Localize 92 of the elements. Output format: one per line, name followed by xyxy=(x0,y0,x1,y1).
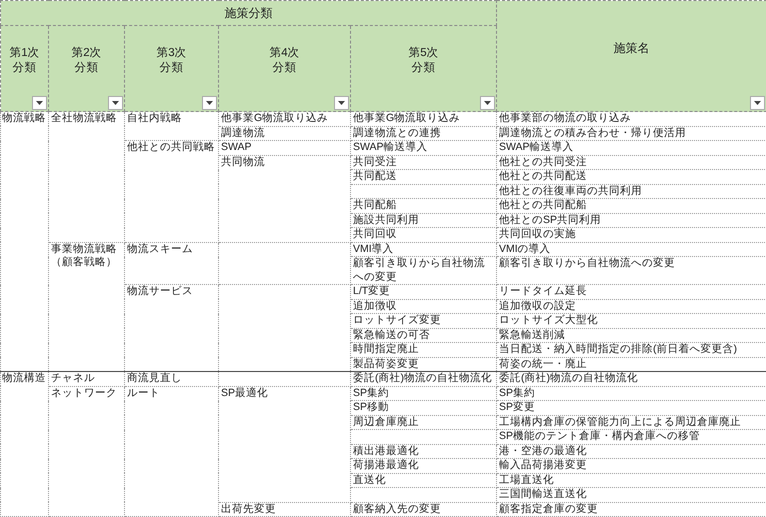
table-cell: 物流構造 xyxy=(0,372,48,516)
table-cell: 自社内戦略 xyxy=(124,112,218,140)
table-cell: 出荷先変更 xyxy=(218,502,350,516)
table-cell: 他社とのSP共同利用 xyxy=(496,213,766,228)
table-cell: 共同配船 xyxy=(350,198,497,213)
column-header: 第4次 xyxy=(269,46,300,61)
filter-button[interactable] xyxy=(334,96,349,110)
table-cell: 緊急輸送の可否 xyxy=(350,328,497,342)
table-cell: 委託(商社)物流の自社物流化 xyxy=(350,372,497,386)
table-cell: ルート xyxy=(124,386,218,516)
filter-button[interactable] xyxy=(202,96,217,110)
table-cell: 物流スキーム xyxy=(124,242,218,284)
table-cell: 工場直送化 xyxy=(496,473,766,488)
column-header: 分類 xyxy=(272,61,296,76)
table-cell: 他事業G物流取り込み xyxy=(218,112,350,126)
column-header: 第3次 xyxy=(156,46,187,61)
table-cell: 調達物流との積み合わせ・帰り便活用 xyxy=(496,126,766,140)
table-cell: SWAP輸送導入 xyxy=(350,140,497,155)
table-cell: 顧客引き取りから自社物流への変更 xyxy=(350,256,497,284)
table-cell: 事業物流戦略（顧客戦略） xyxy=(48,242,124,372)
table-cell: 他事業部の物流の取り込み xyxy=(496,112,766,126)
filter-button[interactable] xyxy=(108,96,123,110)
table-cell: 共同回収の実施 xyxy=(496,228,766,242)
table-cell: 共同回収 xyxy=(350,228,497,242)
table-cell: 商流見直し xyxy=(124,372,218,386)
table-cell: 緊急輸送削減 xyxy=(496,328,766,342)
column-header: 第2次 xyxy=(71,46,102,61)
table-cell: 他社との共同戦略 xyxy=(124,140,218,242)
table-cell: 他事業G物流取り込み xyxy=(350,112,497,126)
table-cell: 調達物流との連携 xyxy=(350,126,497,140)
table-cell: 追加徴収の設定 xyxy=(496,299,766,314)
table-cell: 積出港最適化 xyxy=(350,444,497,458)
dropdown-arrow-icon xyxy=(112,101,119,105)
table-cell: 荷揚港最適化 xyxy=(350,458,497,473)
table-cell: 共同配送 xyxy=(350,170,497,184)
table-cell: 他社との共同受注 xyxy=(496,155,766,170)
dropdown-arrow-icon xyxy=(338,101,345,105)
column-header: 第5次 xyxy=(408,46,439,61)
dropdown-arrow-icon xyxy=(206,101,213,105)
table-cell: 直送化 xyxy=(350,473,497,488)
table-cell: 他社との共同配送 xyxy=(496,170,766,184)
table-cell: SP機能のテント倉庫・構内倉庫への移管 xyxy=(496,430,766,444)
filter-button[interactable] xyxy=(480,96,496,110)
table-cell: L/T変更 xyxy=(350,284,497,299)
table-cell: 全社物流戦略 xyxy=(48,112,124,242)
table-cell: 顧客納入先の変更 xyxy=(350,502,497,516)
table-cell: 当日配送・納入時間指定の排除(前日着へ変更含) xyxy=(496,342,766,357)
column-header: 分類 xyxy=(74,61,98,76)
table-cell: 委託(商社)物流の自社物流化 xyxy=(496,372,766,386)
table-cell: 製品荷姿変更 xyxy=(350,357,497,372)
table-cell: 時間指定廃止 xyxy=(350,342,497,357)
table-cell: 物流戦略 xyxy=(0,112,48,372)
dropdown-arrow-icon xyxy=(754,101,762,105)
table-cell: リードタイム延長 xyxy=(496,284,766,299)
table-cell: ロットサイズ大型化 xyxy=(496,314,766,328)
table-cell: 共同受注 xyxy=(350,155,497,170)
table-cell: 調達物流 xyxy=(218,126,350,140)
column-group-header: 施策分類 xyxy=(0,0,497,26)
table-cell: 周辺倉庫廃止 xyxy=(350,415,497,430)
dropdown-arrow-icon xyxy=(484,101,492,105)
table-cell: SP変更 xyxy=(496,400,766,415)
table-cell: SP最適化 xyxy=(218,386,350,502)
column-header: 分類 xyxy=(12,61,36,76)
column-header: 施策名 xyxy=(614,41,650,56)
table-cell: ロットサイズ変更 xyxy=(350,314,497,328)
column-header: 分類 xyxy=(160,61,184,76)
table-cell: 他社との共同配船 xyxy=(496,198,766,213)
table-cell: SWAP xyxy=(218,140,350,155)
table-cell: SP集約 xyxy=(350,386,497,400)
table-cell: 顧客引き取りから自社物流への変更 xyxy=(496,256,766,284)
filter-button[interactable] xyxy=(32,96,47,110)
column-header: 分類 xyxy=(412,61,436,76)
dropdown-arrow-icon xyxy=(36,101,43,105)
filter-button[interactable] xyxy=(750,96,766,110)
table-cell: 共同物流 xyxy=(218,155,350,242)
table-cell: 三国間輸送直送化 xyxy=(496,488,766,502)
table-cell: VMIの導入 xyxy=(496,242,766,256)
table-cell: 施設共同利用 xyxy=(350,213,497,228)
table-cell: 工場構内倉庫の保管能力向上による周辺倉庫廃止 xyxy=(496,415,766,430)
table-cell: 輸入品荷揚港変更 xyxy=(496,458,766,473)
table-cell: 物流サービス xyxy=(124,284,218,372)
table-cell: 追加徴収 xyxy=(350,299,497,314)
table-cell: 顧客指定倉庫の変更 xyxy=(496,502,766,516)
table-cell: チャネル xyxy=(48,372,124,386)
column-header: 第1次 xyxy=(9,46,40,61)
table-cell: SP集約 xyxy=(496,386,766,400)
table-cell: ネットワーク xyxy=(48,386,124,516)
table-cell: SP移動 xyxy=(350,400,497,415)
table-cell: SWAP輸送導入 xyxy=(496,140,766,155)
table-cell: 他社との往復車両の共同利用 xyxy=(496,184,766,198)
table-cell: VMI導入 xyxy=(350,242,497,256)
table-cell: 港・空港の最適化 xyxy=(496,444,766,458)
